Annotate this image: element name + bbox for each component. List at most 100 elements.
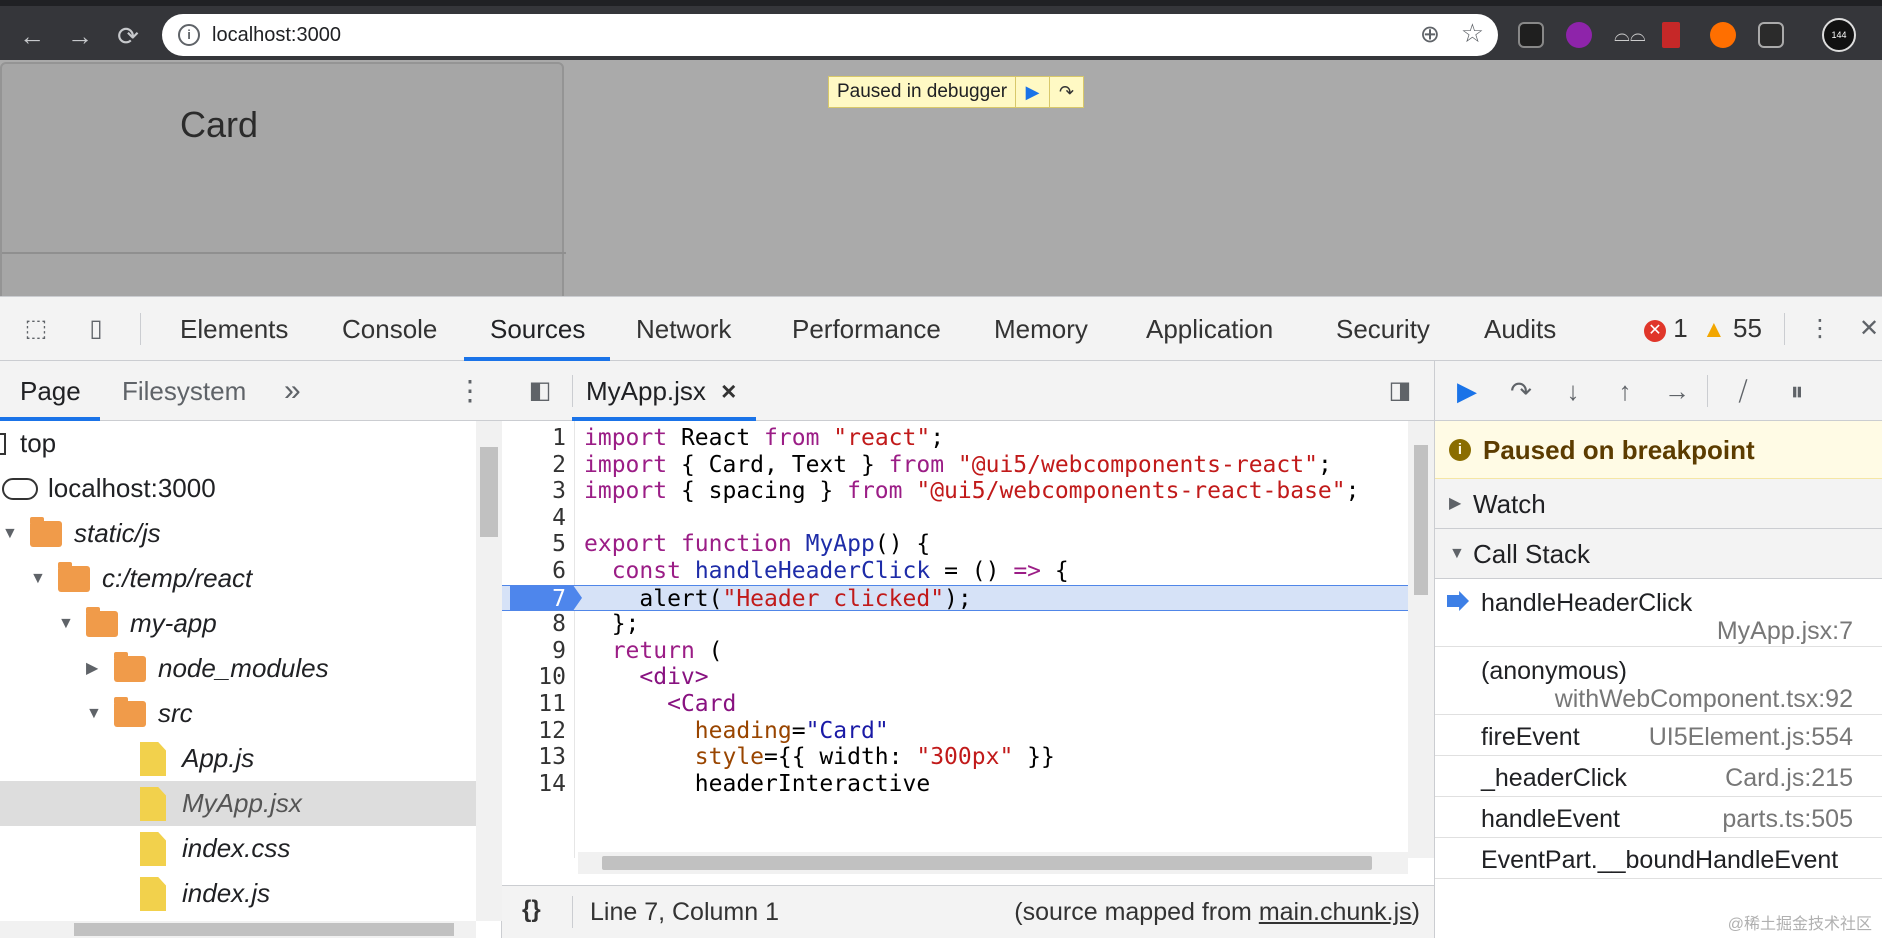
- step-over-icon[interactable]: ↷: [1049, 77, 1083, 107]
- code-line[interactable]: 9 return (: [502, 638, 1408, 665]
- frame-location[interactable]: parts.ts:505: [1722, 805, 1853, 834]
- code-scrollbar[interactable]: [1408, 421, 1434, 858]
- tree-item[interactable]: top: [0, 421, 476, 466]
- line-number[interactable]: 3: [502, 478, 566, 505]
- close-tab-icon[interactable]: ×: [721, 376, 736, 406]
- tree-item[interactable]: ▼ static/js: [0, 511, 476, 556]
- code-line[interactable]: 1 import React from "react";: [502, 425, 1408, 452]
- toggle-debugger-icon[interactable]: ◨: [1382, 373, 1418, 409]
- tab-memory[interactable]: Memory: [994, 297, 1088, 361]
- close-icon[interactable]: ✕: [1856, 311, 1882, 347]
- line-number[interactable]: 5: [502, 531, 566, 558]
- expand-icon[interactable]: ▶: [86, 646, 106, 691]
- collapse-icon[interactable]: ▼: [86, 691, 106, 736]
- code-line[interactable]: 5 export function MyApp() {: [502, 531, 1408, 558]
- tab-myapp-jsx[interactable]: MyApp.jsx ×: [586, 361, 736, 421]
- step-into-icon[interactable]: ↓: [1553, 373, 1593, 409]
- tab-security[interactable]: Security: [1336, 297, 1430, 361]
- code-line[interactable]: 14 headerInteractive: [502, 771, 1408, 798]
- pretty-print-icon[interactable]: {}: [522, 896, 541, 924]
- pause-on-exceptions-icon[interactable]: ⏸: [1777, 373, 1817, 409]
- tree-item[interactable]: MyApp.jsx: [0, 781, 476, 826]
- back-icon[interactable]: ←: [14, 18, 50, 54]
- call-frame[interactable]: EventPart.__boundHandleEvent: [1435, 838, 1882, 879]
- code-scrollbar-thumb[interactable]: [1414, 445, 1428, 595]
- line-number[interactable]: 4: [502, 505, 566, 532]
- tree-item[interactable]: ▼ my-app: [0, 601, 476, 646]
- extension-monitor-icon[interactable]: [1518, 22, 1544, 48]
- navigator-menu-icon[interactable]: ⋮: [456, 361, 484, 421]
- line-number[interactable]: 10: [502, 664, 566, 691]
- call-frame[interactable]: fireEvent UI5Element.js:554: [1435, 715, 1882, 756]
- deactivate-breakpoints-icon[interactable]: ⧸: [1723, 373, 1763, 409]
- code-hscrollbar-thumb[interactable]: [602, 856, 1372, 870]
- frame-location[interactable]: withWebComponent.tsx:92: [1555, 685, 1853, 714]
- reload-icon[interactable]: ⟳: [110, 18, 146, 54]
- call-frame[interactable]: (anonymous) withWebComponent.tsx:92: [1435, 647, 1882, 715]
- code-line[interactable]: 6 const handleHeaderClick = () => {: [502, 558, 1408, 585]
- line-number[interactable]: 6: [502, 558, 566, 585]
- line-number[interactable]: 11: [502, 691, 566, 718]
- tab-performance[interactable]: Performance: [792, 297, 941, 361]
- tab-application[interactable]: Application: [1146, 297, 1273, 361]
- line-number[interactable]: 8: [502, 611, 566, 638]
- line-number[interactable]: 12: [502, 718, 566, 745]
- line-number[interactable]: 7: [502, 586, 566, 613]
- code-line[interactable]: 7 alert("Header clicked");: [502, 584, 1408, 613]
- warning-counter[interactable]: ▲ 55: [1702, 313, 1762, 344]
- code-area[interactable]: 1 import React from "react"; 2 import { Car…: [502, 421, 1408, 858]
- tree-item[interactable]: ▶ node_modules: [0, 646, 476, 691]
- code-hscrollbar[interactable]: [578, 852, 1408, 874]
- frame-location[interactable]: Card.js:215: [1725, 764, 1853, 793]
- call-stack-section-header[interactable]: ▼ Call Stack: [1435, 529, 1882, 579]
- inspect-element-icon[interactable]: ⬚: [18, 311, 54, 347]
- info-icon[interactable]: i: [178, 24, 200, 46]
- tree-hscrollbar[interactable]: [0, 921, 476, 938]
- tree-item[interactable]: ▼ src: [0, 691, 476, 736]
- tab-audits[interactable]: Audits: [1484, 297, 1556, 361]
- zoom-icon[interactable]: ⊕: [1420, 20, 1440, 49]
- source-map-link[interactable]: main.chunk.js: [1259, 898, 1412, 926]
- url-text[interactable]: localhost:3000: [212, 24, 341, 47]
- tree-scrollbar-thumb[interactable]: [480, 447, 498, 537]
- forward-icon[interactable]: →: [62, 18, 98, 54]
- tree-item[interactable]: App.js: [0, 736, 476, 781]
- collapse-icon[interactable]: ▼: [2, 511, 22, 556]
- device-toolbar-icon[interactable]: ▯: [78, 311, 114, 347]
- address-bar[interactable]: i localhost:3000 ⊕ ☆: [162, 14, 1498, 56]
- code-line[interactable]: 11 <Card: [502, 691, 1408, 718]
- tree-item[interactable]: index.css: [0, 826, 476, 871]
- resume-icon[interactable]: ▶: [1015, 77, 1049, 107]
- more-options-icon[interactable]: ⋮: [1802, 311, 1838, 347]
- step-icon[interactable]: →: [1657, 373, 1697, 409]
- code-line[interactable]: 3 import { spacing } from "@ui5/webcompon…: [502, 478, 1408, 505]
- toggle-navigator-icon[interactable]: ◧: [522, 373, 558, 409]
- code-line[interactable]: 4: [502, 505, 1408, 532]
- code-line[interactable]: 13 style={{ width: "300px" }}: [502, 744, 1408, 771]
- error-counter[interactable]: ✕ 1: [1644, 313, 1688, 344]
- collapse-icon[interactable]: ▼: [30, 556, 50, 601]
- more-tabs-icon[interactable]: »: [284, 361, 301, 421]
- line-number[interactable]: 2: [502, 452, 566, 479]
- code-line[interactable]: 10 <div>: [502, 664, 1408, 691]
- frame-location[interactable]: MyApp.jsx:7: [1717, 617, 1853, 646]
- resume-icon[interactable]: ▶: [1447, 373, 1487, 409]
- extension-red-icon[interactable]: [1662, 22, 1680, 48]
- call-frame[interactable]: handleEvent parts.ts:505: [1435, 797, 1882, 838]
- star-icon[interactable]: ☆: [1461, 18, 1484, 49]
- tab-sources[interactable]: Sources: [490, 297, 585, 361]
- step-out-icon[interactable]: ↑: [1605, 373, 1645, 409]
- tree-item[interactable]: index.js: [0, 871, 476, 916]
- extension-glasses-icon[interactable]: ⌓⌓: [1614, 22, 1646, 48]
- extension-orange-icon[interactable]: [1710, 22, 1736, 48]
- extension-purple-icon[interactable]: [1566, 22, 1592, 48]
- watch-section-header[interactable]: ▶ Watch: [1435, 479, 1882, 529]
- avatar[interactable]: 144: [1822, 18, 1856, 52]
- tree-hscrollbar-thumb[interactable]: [74, 923, 454, 936]
- code-line[interactable]: 12 heading="Card": [502, 718, 1408, 745]
- tab-filesystem[interactable]: Filesystem: [122, 361, 246, 421]
- frame-location[interactable]: UI5Element.js:554: [1649, 723, 1853, 752]
- line-number[interactable]: 9: [502, 638, 566, 665]
- tree-scrollbar[interactable]: [476, 421, 502, 921]
- line-number[interactable]: 14: [502, 771, 566, 798]
